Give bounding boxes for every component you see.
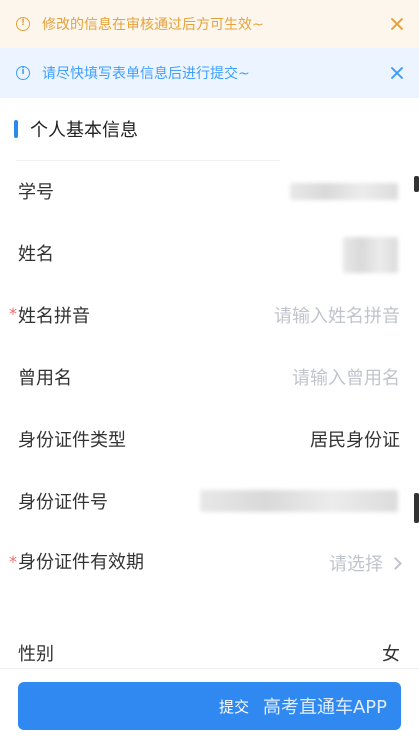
form-row-id-type[interactable]: 身份证件类型 居民身份证 bbox=[0, 408, 419, 470]
chevron-right-icon bbox=[389, 556, 402, 570]
warning-notice: ! 修改的信息在审核通过后方可生效~ bbox=[0, 0, 419, 48]
warning-notice-text: 修改的信息在审核通过后方可生效~ bbox=[42, 17, 264, 33]
section-accent-bar bbox=[14, 120, 18, 138]
form-row-id-validity[interactable]: * 身份证件有效期 请选择 bbox=[0, 540, 419, 618]
footer-bar: 提交 高考直通车APP bbox=[0, 668, 419, 743]
student-id-label: 学号 bbox=[18, 182, 54, 203]
former-name-label: 曾用名 bbox=[18, 368, 72, 389]
form-row-former-name[interactable]: 曾用名 请输入曾用名 bbox=[0, 346, 419, 408]
submit-button-label: 提交 bbox=[218, 697, 249, 716]
student-id-value-redacted bbox=[290, 183, 398, 200]
id-number-label: 身份证件号 bbox=[18, 492, 108, 513]
required-marker: * bbox=[9, 303, 17, 323]
warning-circle-icon: ! bbox=[16, 17, 30, 31]
id-validity-label: 身份证件有效期 bbox=[18, 552, 144, 573]
watermark-text: 高考直通车APP bbox=[262, 697, 387, 718]
name-label: 姓名 bbox=[18, 244, 54, 265]
form-row-name-pinyin[interactable]: * 姓名拼音 请输入姓名拼音 bbox=[0, 284, 419, 346]
id-type-value[interactable]: 居民身份证 bbox=[310, 426, 400, 452]
id-validity-picker[interactable]: 请选择 bbox=[329, 550, 402, 576]
info-circle-icon: i bbox=[16, 66, 30, 80]
form-row-id-number[interactable]: 身份证件号 bbox=[0, 470, 419, 532]
section-header: 个人基本信息 bbox=[0, 98, 419, 160]
id-number-value-redacted bbox=[200, 490, 398, 512]
id-type-label: 身份证件类型 bbox=[18, 430, 126, 451]
id-validity-placeholder: 请选择 bbox=[329, 554, 383, 575]
submit-button[interactable]: 提交 高考直通车APP bbox=[18, 682, 401, 730]
form-row-name[interactable]: 姓名 bbox=[0, 222, 419, 284]
former-name-input[interactable]: 请输入曾用名 bbox=[292, 364, 400, 390]
info-notice-text: 请尽快填写表单信息后进行提交~ bbox=[42, 66, 250, 82]
required-marker: * bbox=[9, 552, 17, 571]
name-pinyin-label: 姓名拼音 bbox=[18, 306, 90, 327]
section-title: 个人基本信息 bbox=[30, 120, 138, 141]
gender-label: 性别 bbox=[18, 644, 54, 665]
info-notice: i 请尽快填写表单信息后进行提交~ bbox=[0, 48, 419, 98]
close-icon[interactable] bbox=[389, 16, 405, 32]
scrollbar-edge bbox=[414, 176, 419, 192]
name-pinyin-input[interactable]: 请输入姓名拼音 bbox=[274, 302, 400, 328]
name-value-redacted bbox=[343, 237, 398, 273]
close-icon[interactable] bbox=[389, 65, 405, 81]
form-row-student-id[interactable]: 学号 bbox=[0, 160, 419, 222]
scrollbar-edge bbox=[414, 493, 419, 523]
gender-value[interactable]: 女 bbox=[382, 640, 400, 666]
